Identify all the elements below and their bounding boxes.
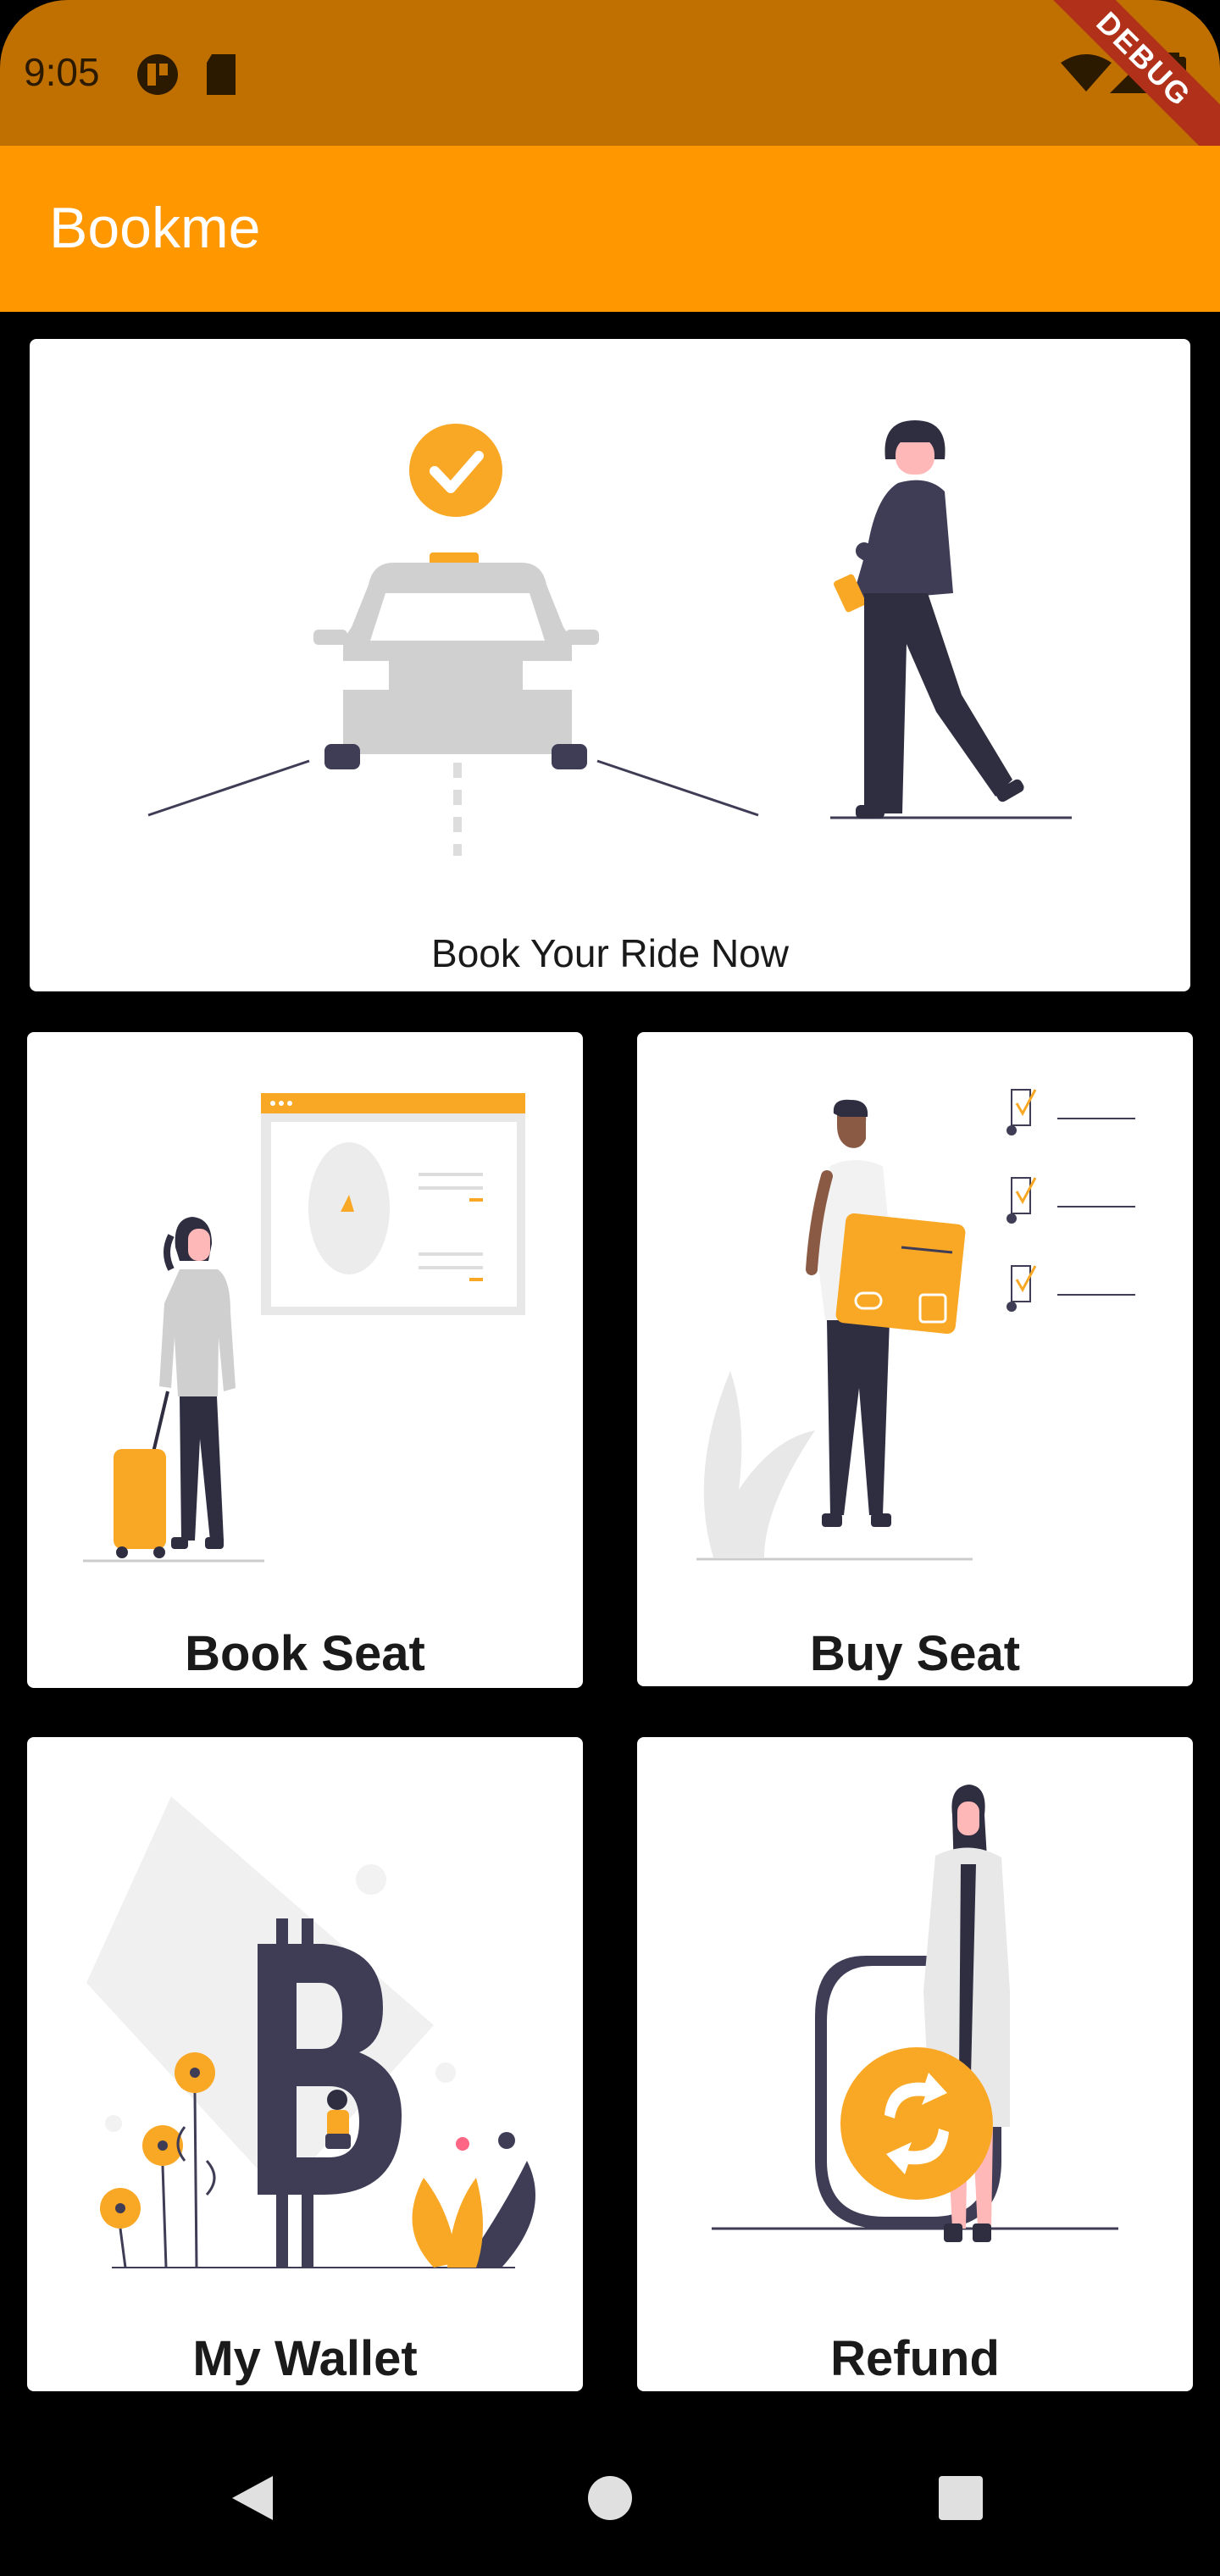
bitcoin-wallet-illustration [86,1796,535,2268]
sd-card-icon [207,54,236,95]
recents-icon[interactable] [937,2474,984,2522]
status-time: 9:05 [24,50,100,94]
refund-illustration [712,1785,1118,2242]
app-bar: Bookme [0,146,1220,312]
buy-seat-label: Buy Seat [809,1626,1021,1681]
book-seat-card[interactable]: Book Seat [27,1032,583,1688]
buy-seat-card[interactable]: Buy Seat [637,1032,1193,1686]
app-badge-icon [137,54,178,95]
my-wallet-card[interactable]: My Wallet [27,1737,583,2391]
taxi-illustration [147,420,1072,856]
home-icon[interactable] [586,2474,634,2522]
navigation-bar [0,2420,1220,2576]
traveler-illustration [83,1093,525,1563]
back-icon[interactable] [230,2473,276,2523]
payment-card-illustration [696,1089,1135,1561]
my-wallet-label: My Wallet [192,2331,418,2386]
book-ride-label: Book Your Ride Now [431,931,789,975]
book-seat-label: Book Seat [185,1626,425,1681]
refund-card[interactable]: Refund [637,1737,1193,2391]
book-ride-card[interactable]: Book Your Ride Now [30,339,1190,991]
status-bar: 9:05 DEBUG [0,0,1220,165]
wifi-icon [1061,54,1112,92]
app-title: Bookme [49,196,261,260]
refund-label: Refund [830,2331,1000,2386]
